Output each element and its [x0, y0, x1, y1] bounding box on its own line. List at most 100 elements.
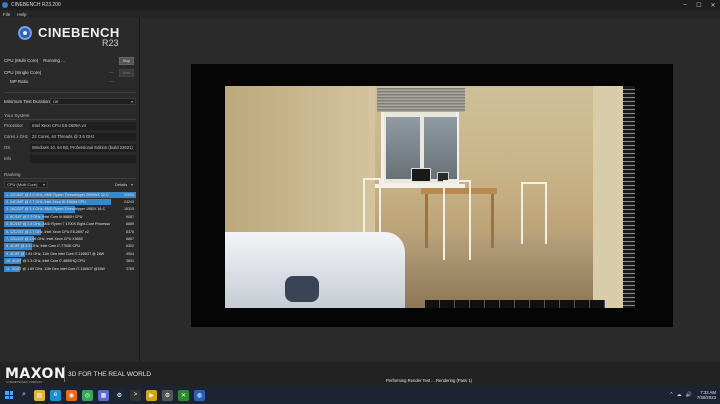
- file-explorer-icon[interactable]: ▤: [34, 389, 45, 401]
- render-image: [225, 86, 635, 308]
- ranking-score: 6302: [126, 244, 134, 249]
- clock[interactable]: 7:32 AM 7/30/2023: [697, 390, 716, 401]
- terminal-icon[interactable]: >: [130, 389, 141, 401]
- system-tray: ^ ☁ 🔊 7:32 AM 7/30/2023: [666, 388, 716, 402]
- info-value[interactable]: [30, 154, 136, 163]
- ranking-heading: Ranking: [4, 172, 21, 177]
- ranking-row[interactable]: 6. 12C/24T @ 2.7 GHz, Intel Xeon CPU E5-…: [4, 228, 136, 235]
- close-button[interactable]: ✕: [706, 0, 720, 10]
- ranking-cpu-label: 9. 4C/8T @ 2.81 GHz, 11th Gen Intel Core…: [6, 251, 105, 256]
- stop-button[interactable]: Stop: [119, 56, 134, 65]
- processor-row: Processor Intel Xeon CPU E5-2699A v4: [4, 121, 136, 130]
- divider: [4, 92, 136, 93]
- ranking-cpu-label: 6. 12C/24T @ 2.7 GHz, Intel Xeon CPU E5-…: [6, 229, 89, 234]
- mp-ratio-value: ---: [109, 79, 115, 84]
- ranking-cpu-label: 3. 16C/32T @ 3.4 GHz, AMD Ryzen Threadri…: [6, 207, 106, 212]
- menu-bar: File Help: [0, 10, 720, 18]
- firefox-icon[interactable]: ◉: [66, 389, 77, 401]
- maxon-subtitle: A NEMETSCHEK COMPANY: [6, 380, 43, 384]
- steam-icon[interactable]: ⚙: [114, 389, 125, 401]
- ranking-row[interactable]: 2. 24C/48T @ 2.7 GHz, Intel Xeon W-3265M…: [4, 198, 136, 206]
- ranking-row[interactable]: 11. 4C/8T @ 1.69 GHz, 11th Gen Intel Cor…: [4, 265, 136, 272]
- ranking-row[interactable]: 8. 4C/8T @ 4.2 GHz, Intel Core i7-7700K …: [4, 243, 136, 250]
- ranking-list: 1. 32C/64T @ 3.0 GHz, AMD Ryzen Threadri…: [4, 191, 136, 272]
- mp-ratio-row: MP Ratio ---: [4, 77, 136, 86]
- divider: [4, 178, 136, 179]
- taskbar-apps: ▤ e ◉ ◎ ▦ ⚙ > ▶ ⚙ ✕ ◍: [29, 389, 205, 401]
- min-duration-value: Off: [53, 99, 59, 104]
- scene-blinds: [377, 88, 465, 112]
- scene-wall: [225, 86, 375, 246]
- ranking-cpu-label: 7. 12C/24T @ 2.66 GHz, Intel Xeon CPU X5…: [6, 237, 83, 242]
- chevron-up-icon[interactable]: ^: [670, 392, 672, 398]
- ranking-row[interactable]: 9. 4C/8T @ 2.81 GHz, 11th Gen Intel Core…: [4, 250, 136, 257]
- search-icon[interactable]: ⌕: [19, 390, 29, 400]
- details-select[interactable]: Details ▾: [112, 181, 136, 188]
- ranking-row[interactable]: 1. 32C/64T @ 3.0 GHz, AMD Ryzen Threadri…: [4, 191, 136, 198]
- scene-bookshelf: [593, 86, 635, 308]
- clock-date: 7/30/2023: [696, 395, 716, 400]
- menu-help[interactable]: Help: [17, 12, 26, 17]
- windows-start-icon[interactable]: [5, 391, 13, 399]
- cinebench-icon[interactable]: ◍: [194, 389, 205, 401]
- ranking-row[interactable]: 7. 12C/24T @ 2.66 GHz, Intel Xeon CPU X5…: [4, 235, 136, 243]
- taskbar: ⌕ ▤ e ◉ ◎ ▦ ⚙ > ▶ ⚙ ✕ ◍ ^ ☁ 🔊 7:32 AM 7/30/2023: [0, 386, 720, 404]
- maxon-tagline: 3D FOR THE REAL WORLD: [68, 371, 152, 378]
- cloud-icon[interactable]: ☁: [677, 392, 682, 398]
- ranking-score: 3769: [126, 266, 134, 271]
- system-heading: Your System: [4, 113, 30, 118]
- single-core-label: CPU (Single Core): [4, 70, 42, 75]
- minimize-button[interactable]: –: [678, 0, 692, 10]
- scene-chair: [363, 178, 381, 238]
- processor-label: Processor: [4, 123, 23, 128]
- chevron-down-icon: ▾: [130, 99, 133, 104]
- ranking-score: 6867: [126, 237, 134, 242]
- scene-picture-frame: [411, 168, 431, 182]
- multi-core-label: CPU (Multi Core): [4, 58, 39, 63]
- divider: [4, 119, 136, 120]
- info-row: Info: [4, 154, 136, 163]
- test-multi-core: CPU (Multi Core) Running ... Stop: [4, 56, 136, 65]
- ranking-cpu-label: 10. 4C/8T @ 2.3 GHz, Intel Core i7-4850H…: [6, 259, 86, 264]
- os-value: Windows 10, 64 Bit, Professional Edition…: [30, 143, 136, 152]
- render-viewport: [191, 64, 673, 327]
- window-controls: – ☐ ✕: [678, 0, 720, 10]
- start-button[interactable]: Start: [119, 68, 134, 77]
- store-icon[interactable]: ▦: [98, 389, 109, 401]
- render-status: Performing Render Test ... Rendering (Pa…: [386, 378, 473, 383]
- cinebench-app-icon: [2, 2, 8, 8]
- scene-pillow: [285, 276, 319, 302]
- cinebench-logo: CINEBENCH R23: [18, 24, 128, 52]
- ranking-score: 3891: [126, 259, 134, 264]
- edge-icon[interactable]: e: [50, 389, 61, 401]
- ranking-cpu-label: 2. 24C/48T @ 2.7 GHz, Intel Xeon W-3265M…: [6, 200, 86, 205]
- cores-label: Cores x GHz: [4, 134, 28, 139]
- ranking-row[interactable]: 5. 8C/16T @ 3.4 GHz, AMD Ryzen 7 1700X E…: [4, 221, 136, 228]
- chrome-icon[interactable]: ◎: [82, 389, 93, 401]
- scene-chair: [521, 182, 547, 244]
- mp-ratio-label: MP Ratio: [10, 79, 29, 84]
- os-row: OS Windows 10, 64 Bit, Professional Edit…: [4, 143, 136, 152]
- settings-icon[interactable]: ⚙: [162, 389, 173, 401]
- logo-version: R23: [102, 38, 119, 48]
- ranking-row[interactable]: 3. 16C/32T @ 3.4 GHz, AMD Ryzen Threadri…: [4, 206, 136, 213]
- ranking-cpu-label: 4. 8C/16T @ 2.3 GHz, Intel Core i9-9880H…: [6, 214, 83, 219]
- info-label: Info: [4, 156, 11, 161]
- maximize-button[interactable]: ☐: [692, 0, 706, 10]
- ranking-score: 4904: [126, 251, 134, 256]
- ranking-filter-select[interactable]: CPU (Multi Core) ▾: [4, 181, 48, 188]
- scene-chair: [443, 180, 471, 260]
- cores-value: 22 Cores, 44 Threads @ 3.6 GHz: [30, 132, 136, 141]
- render-bucket-strip: [425, 300, 605, 308]
- speaker-icon[interactable]: 🔊: [686, 392, 692, 398]
- media-icon[interactable]: ▶: [146, 389, 157, 401]
- ranking-row[interactable]: 10. 4C/8T @ 2.3 GHz, Intel Core i7-4850H…: [4, 258, 136, 265]
- ranking-score: 9087: [126, 214, 134, 219]
- multi-core-status: Running ...: [43, 58, 66, 63]
- min-duration-select[interactable]: Off ▾: [50, 98, 136, 105]
- ranking-cpu-label: 5. 8C/16T @ 3.4 GHz, AMD Ryzen 7 1700X E…: [6, 222, 111, 227]
- chevron-down-icon: ▾: [130, 182, 133, 187]
- xbox-icon[interactable]: ✕: [178, 389, 189, 401]
- ranking-row[interactable]: 4. 8C/16T @ 2.3 GHz, Intel Core i9-9880H…: [4, 213, 136, 220]
- menu-file[interactable]: File: [3, 12, 10, 17]
